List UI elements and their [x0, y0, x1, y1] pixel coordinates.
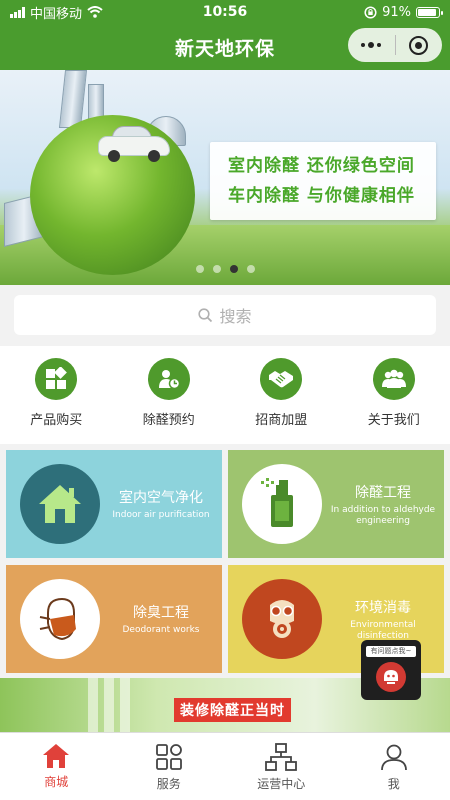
- target-icon: [409, 35, 429, 55]
- battery-percent: 91%: [382, 4, 411, 20]
- menu-item-label: 除醛预约: [142, 413, 195, 428]
- menu-item-about-us[interactable]: 关于我们: [338, 346, 450, 444]
- tab-services[interactable]: 服务: [113, 733, 226, 800]
- carousel-dot[interactable]: [247, 265, 255, 273]
- card-text: 除醛工程 In addition to aldehyde engineering: [328, 450, 438, 558]
- tab-operations-center[interactable]: 运营中心: [225, 733, 338, 800]
- menu-item-label: 关于我们: [367, 413, 420, 428]
- battery-fill: [418, 8, 437, 16]
- menu-item-franchise[interactable]: 招商加盟: [225, 346, 338, 444]
- help-label: 有问题点我~: [366, 646, 416, 657]
- carousel-indicator: [196, 265, 255, 273]
- handshake-icon: [260, 358, 303, 400]
- banner-slogan-line1: 室内除醛 还你绿色空间: [228, 156, 415, 176]
- spray-bottle-icon: [261, 478, 293, 527]
- carrier-label: 中国移动: [30, 6, 83, 22]
- more-dots-icon: [361, 42, 382, 48]
- card-subtitle: Environmental disinfection: [350, 619, 416, 641]
- card-title: 除臭工程: [133, 605, 189, 621]
- bottom-tab-bar: 商城 服务 运营中心 我: [0, 732, 450, 800]
- promo-text: 装修除醛正当时: [174, 698, 291, 722]
- tab-label: 我: [387, 777, 400, 791]
- carousel-dot[interactable]: [230, 265, 238, 273]
- card-subtitle: In addition to aldehyde engineering: [330, 504, 436, 526]
- home-icon: [43, 744, 70, 768]
- service-card-aldehyde-removal[interactable]: 除醛工程 In addition to aldehyde engineering: [228, 450, 444, 558]
- quick-menu: 产品购买 除醛预约 招商加盟 关于我们: [0, 346, 450, 444]
- tab-label: 运营中心: [257, 777, 306, 791]
- status-bar: 中国移动 10:56 91%: [0, 0, 450, 24]
- rotation-lock-icon: [364, 5, 377, 19]
- search-input[interactable]: 搜索: [14, 295, 436, 335]
- search-area: 搜索: [0, 285, 450, 345]
- card-text: 除臭工程 Deodorant works: [106, 565, 216, 673]
- house-icon: [39, 485, 81, 523]
- service-card-indoor-air[interactable]: 室内空气净化 Indoor air purification: [6, 450, 222, 558]
- grid-icon: [35, 358, 78, 400]
- carousel-dot[interactable]: [213, 265, 221, 273]
- person-clock-icon: [147, 358, 190, 400]
- tab-label: 商城: [44, 775, 69, 789]
- mini-program-capsule: [348, 28, 442, 62]
- menu-item-removal-booking[interactable]: 除醛预约: [113, 346, 226, 444]
- card-subtitle: Deodorant works: [122, 625, 200, 635]
- menu-item-label: 招商加盟: [255, 413, 308, 428]
- status-left: 中国移动: [10, 3, 160, 22]
- card-title: 除醛工程: [355, 484, 411, 501]
- banner-slogan-board: 室内除醛 还你绿色空间 车内除醛 与你健康相伴: [210, 142, 436, 220]
- service-card-deodorant[interactable]: 除臭工程 Deodorant works: [6, 565, 222, 673]
- search-icon: [198, 307, 213, 322]
- nav-bar: 新天地环保: [0, 24, 450, 70]
- card-icon-circle: [242, 464, 322, 544]
- status-time: 10:56: [202, 4, 248, 20]
- org-chart-icon: [265, 743, 298, 771]
- banner-slogan-line2: 车内除醛 与你健康相伴: [228, 186, 415, 206]
- user-icon: [380, 744, 407, 771]
- menu-item-label: 产品购买: [30, 413, 83, 428]
- card-title: 环境消毒: [355, 599, 411, 616]
- more-button[interactable]: [348, 28, 395, 62]
- tab-label: 服务: [156, 777, 181, 791]
- group-icon: [372, 358, 415, 400]
- tab-me[interactable]: 我: [338, 733, 450, 800]
- carousel-dot[interactable]: [196, 265, 204, 273]
- services-grid-icon: [155, 744, 182, 770]
- status-right: 91%: [290, 4, 443, 20]
- gas-mask-icon: [270, 600, 294, 638]
- chat-bot-icon: [376, 662, 406, 692]
- tab-mall[interactable]: 商城: [0, 733, 113, 800]
- card-text: 室内空气净化 Indoor air purification: [106, 450, 216, 558]
- menu-item-product-purchase[interactable]: 产品购买: [0, 346, 113, 444]
- signal-icon: [10, 6, 25, 18]
- card-icon-circle: [20, 464, 100, 544]
- search-placeholder: 搜索: [219, 307, 252, 326]
- battery-icon: [416, 6, 443, 18]
- card-title: 室内空气净化: [119, 490, 203, 506]
- banner-carousel[interactable]: 室内除醛 还你绿色空间 车内除醛 与你健康相伴: [0, 70, 450, 285]
- page-title: 新天地环保: [174, 37, 275, 60]
- close-mini-program-button[interactable]: [396, 28, 443, 62]
- card-icon-circle: [20, 579, 100, 659]
- customer-service-button[interactable]: 有问题点我~: [361, 640, 421, 700]
- face-mask-icon: [39, 597, 76, 641]
- card-icon-circle: [242, 579, 322, 659]
- card-subtitle: Indoor air purification: [112, 510, 210, 520]
- wifi-icon: [87, 6, 103, 18]
- car-image: [98, 126, 170, 162]
